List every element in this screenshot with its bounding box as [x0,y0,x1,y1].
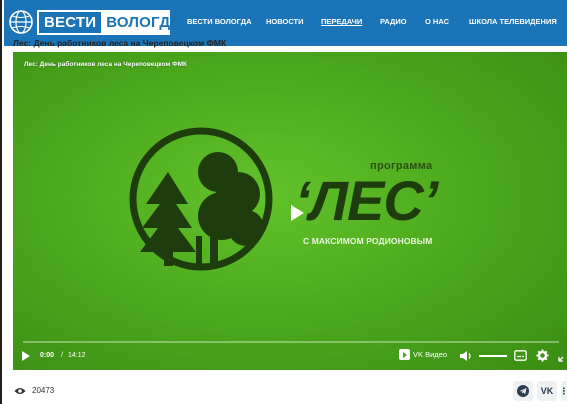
vk-icon: vk [540,386,554,396]
share-more-button[interactable]: ⋮ [559,381,567,401]
program-host: С МАКСИМОМ РОДИОНОВЫМ [303,236,433,246]
view-count: 20473 [14,386,54,395]
volume-slider[interactable] [479,355,507,357]
video-title[interactable]: Лес: День работников леса на Череповецко… [24,61,187,68]
subtitles-icon[interactable] [514,350,527,361]
page-edge [0,0,2,404]
time-total: 14:12 [68,352,86,359]
nav-radio[interactable]: РАДИО [380,17,407,27]
vk-video-label: VK Видео [413,350,447,359]
progress-bar[interactable] [23,341,559,343]
vk-video-brand[interactable]: VK Видео [399,349,447,360]
settings-gear-icon[interactable] [536,349,549,362]
logo-region: ВОЛОГДА [106,14,182,31]
logo-vesti: ВЕСТИ [39,12,102,33]
share-vk-button[interactable]: vk [537,381,557,401]
program-name: ‘ЛЕС’ [295,169,438,232]
play-button-icon[interactable] [21,350,31,362]
volume-icon[interactable] [459,350,473,362]
play-icon[interactable] [289,204,305,222]
globe-emblem-icon[interactable] [8,9,34,35]
vk-video-icon [399,349,410,360]
article-title: Лес: День работников леса на Череповецко… [13,38,227,48]
share-telegram-button[interactable] [513,381,533,401]
nav-news[interactable]: НОВОСТИ [266,17,304,27]
fullscreen-icon[interactable] [558,350,567,362]
nav-tv-school[interactable]: ШКОЛА ТЕЛЕВИДЕНИЯ [469,17,557,27]
eye-icon [14,387,26,394]
telegram-icon [517,385,529,397]
time-current: 0:00 [40,352,55,359]
view-count-value: 20473 [32,386,55,395]
site-logo[interactable]: ВЕСТИ ВОЛОГДА [37,10,181,35]
time-separator: / [61,352,63,359]
video-player[interactable]: Лес: День работников леса на Череповецко… [13,52,567,370]
nav-about[interactable]: О НАС [425,17,449,27]
nav-vesti-vologda[interactable]: ВЕСТИ ВОЛОГДА [187,17,252,27]
nav-programs[interactable]: ПЕРЕДАЧИ [321,17,362,27]
more-icon: ⋮ [559,385,567,396]
